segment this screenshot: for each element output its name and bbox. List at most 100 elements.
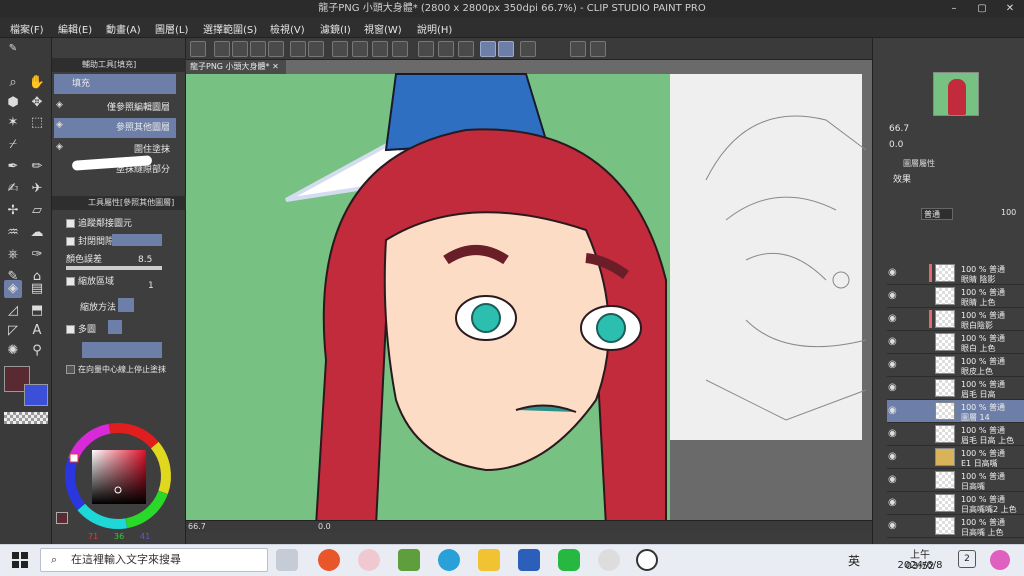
hand-icon[interactable]: ✋ — [28, 74, 46, 92]
balloon-icon[interactable]: ✺ — [4, 342, 22, 360]
eye-icon[interactable]: ◉ — [888, 474, 900, 486]
clip-studio-paint-icon[interactable] — [636, 549, 658, 571]
brush-icon[interactable]: ✍ — [4, 180, 22, 198]
layer-row[interactable]: ◉ 100 % 普通 眼白 上色 — [887, 331, 1024, 354]
subtool-item-edit-layer[interactable]: 僅參照編輯圖層 — [54, 98, 176, 118]
eye-icon[interactable]: ◉ — [888, 336, 900, 348]
color-margin-slider[interactable] — [66, 266, 162, 270]
pencil-icon[interactable]: ✏ — [28, 158, 46, 176]
blend-icon[interactable]: ♒ — [4, 224, 22, 242]
transparent-color-swatch[interactable] — [4, 412, 48, 424]
scale-method-button[interactable] — [118, 298, 134, 312]
eye-icon[interactable]: ◉ — [888, 428, 900, 440]
adjacent-checkbox[interactable] — [66, 219, 75, 228]
menu-file[interactable]: 檔案(F) — [10, 21, 44, 36]
layer-row[interactable]: ◉ 100 % 普通 圖層 14 — [887, 400, 1024, 423]
stabilizer-icon[interactable] — [480, 41, 496, 57]
eye-icon[interactable]: ◉ — [888, 451, 900, 463]
menu-layer[interactable]: 圖層(L) — [155, 21, 188, 36]
marker-icon[interactable]: ✑ — [28, 246, 46, 264]
layer-row[interactable]: ◉ 100 % 普通 眉毛 日高 上色 — [887, 423, 1024, 446]
undo-icon[interactable] — [290, 41, 306, 57]
main-color-small[interactable] — [56, 512, 68, 524]
new-file-icon[interactable] — [214, 41, 230, 57]
layer-row[interactable]: ◉ 100 % 普通 E1 日高嘴 — [887, 446, 1024, 469]
stop-center-row[interactable]: 在向量中心線上停止塗抹 — [66, 364, 166, 375]
ruler-icon[interactable]: ◸ — [4, 322, 22, 340]
line-icon[interactable] — [558, 549, 580, 571]
correction-icon[interactable]: ⚲ — [28, 342, 46, 360]
gap-level-selector[interactable] — [112, 234, 162, 246]
layer-property-tab[interactable]: 圖層屬性 — [903, 158, 935, 169]
eye-icon[interactable]: ◉ — [888, 359, 900, 371]
scale-area-value[interactable]: 1 — [148, 281, 154, 291]
move-icon[interactable]: ✥ — [28, 94, 46, 112]
settings-icon[interactable] — [590, 41, 606, 57]
layer-row[interactable]: ◉ 100 % 普通 眼睛 陰影 — [887, 262, 1024, 285]
fill-icon[interactable] — [372, 41, 388, 57]
canvas-tab[interactable]: 龍子PNG 小頭大身體* ✕ — [186, 60, 286, 74]
menu-selection[interactable]: 選擇範圍(S) — [203, 21, 257, 36]
multi-ref-checkbox[interactable] — [66, 325, 75, 334]
loading-icon[interactable] — [332, 41, 348, 57]
blur-icon[interactable]: ☁ — [28, 224, 46, 242]
menu-filter[interactable]: 濾鏡(I) — [320, 21, 351, 36]
task-view-icon[interactable] — [276, 549, 298, 571]
menu-edit[interactable]: 編輯(E) — [58, 21, 92, 36]
layer-row[interactable]: ◉ 100 % 普通 日高嘴嘴2 上色 — [887, 492, 1024, 515]
layer-row[interactable]: ◉ 100 % 普通 眼皮上色 — [887, 354, 1024, 377]
help-icon[interactable] — [570, 41, 586, 57]
taskbar-search[interactable]: ⌕ 在這裡輸入文字來搜尋 — [40, 548, 268, 572]
windows-start-icon[interactable] — [12, 552, 28, 568]
stop-center-checkbox[interactable] — [66, 365, 75, 374]
word-icon[interactable] — [518, 549, 540, 571]
color-margin-value[interactable]: 8.5 — [138, 255, 152, 265]
snap-special-icon[interactable] — [458, 41, 474, 57]
subtool-item-refer-other[interactable]: 參照其他圖層 — [54, 118, 176, 138]
menu-view[interactable]: 檢視(V) — [270, 21, 305, 36]
sub-color-swatch[interactable] — [24, 384, 48, 406]
multi-ref-row[interactable]: 多圖 — [66, 322, 96, 335]
layer-row[interactable]: ◉ 100 % 普通 眼白陰影 — [887, 308, 1024, 331]
eye-icon[interactable]: ◉ — [888, 405, 900, 417]
home-icon[interactable] — [190, 41, 206, 57]
close-button[interactable]: ✕ — [996, 0, 1024, 18]
auto-select-icon[interactable]: ✶ — [4, 114, 22, 132]
selection-icon[interactable]: ⬚ — [28, 114, 46, 132]
layer-row[interactable]: ◉ 100 % 普通 日高嘴 — [887, 469, 1024, 492]
scale-area-row[interactable]: 縮放區域 — [66, 274, 114, 287]
hue-handle[interactable] — [69, 453, 79, 463]
export-icon[interactable] — [268, 41, 284, 57]
operation-icon[interactable]: ⬢ — [4, 94, 22, 112]
telegram-icon[interactable] — [438, 549, 460, 571]
clip-studio-icon[interactable] — [598, 549, 620, 571]
firefox-icon[interactable] — [318, 549, 340, 571]
eyedropper-icon[interactable]: ⌿ — [4, 136, 22, 154]
notification-icon[interactable]: 2 — [958, 550, 976, 568]
eye-icon[interactable]: ◉ — [888, 313, 900, 325]
redo-icon[interactable] — [308, 41, 324, 57]
eraser-icon[interactable]: ▱ — [28, 202, 46, 220]
navigator-zoom[interactable]: 66.7 — [889, 124, 909, 134]
blend-mode-select[interactable]: 普通 — [921, 208, 953, 220]
rulers-icon[interactable] — [520, 41, 536, 57]
close-tab-icon[interactable]: ✕ — [272, 62, 279, 71]
text-icon[interactable]: A — [28, 322, 46, 340]
save-icon[interactable] — [250, 41, 266, 57]
pen-icon[interactable]: ✒ — [4, 158, 22, 176]
transform-icon[interactable] — [392, 41, 408, 57]
photo-app-icon[interactable] — [398, 549, 420, 571]
status-zoom[interactable]: 66.7 — [188, 522, 206, 531]
copilot-icon[interactable] — [990, 550, 1010, 570]
multi-ref-button[interactable] — [108, 320, 122, 334]
stabilizer-two-icon[interactable] — [498, 41, 514, 57]
clear-icon[interactable] — [352, 41, 368, 57]
vector-pen-icon[interactable]: ⎈ — [4, 246, 22, 264]
subtool-item-fill[interactable]: 填充 — [54, 74, 176, 94]
canvas-artwork[interactable] — [186, 60, 872, 527]
clock-date[interactable]: 2024/6/8 — [896, 560, 944, 571]
snipping-icon[interactable] — [358, 549, 380, 571]
zoom-icon[interactable]: ⌕ — [4, 74, 22, 92]
ref-layer-buttons[interactable] — [82, 342, 162, 358]
eye-icon[interactable]: ◉ — [888, 290, 900, 302]
